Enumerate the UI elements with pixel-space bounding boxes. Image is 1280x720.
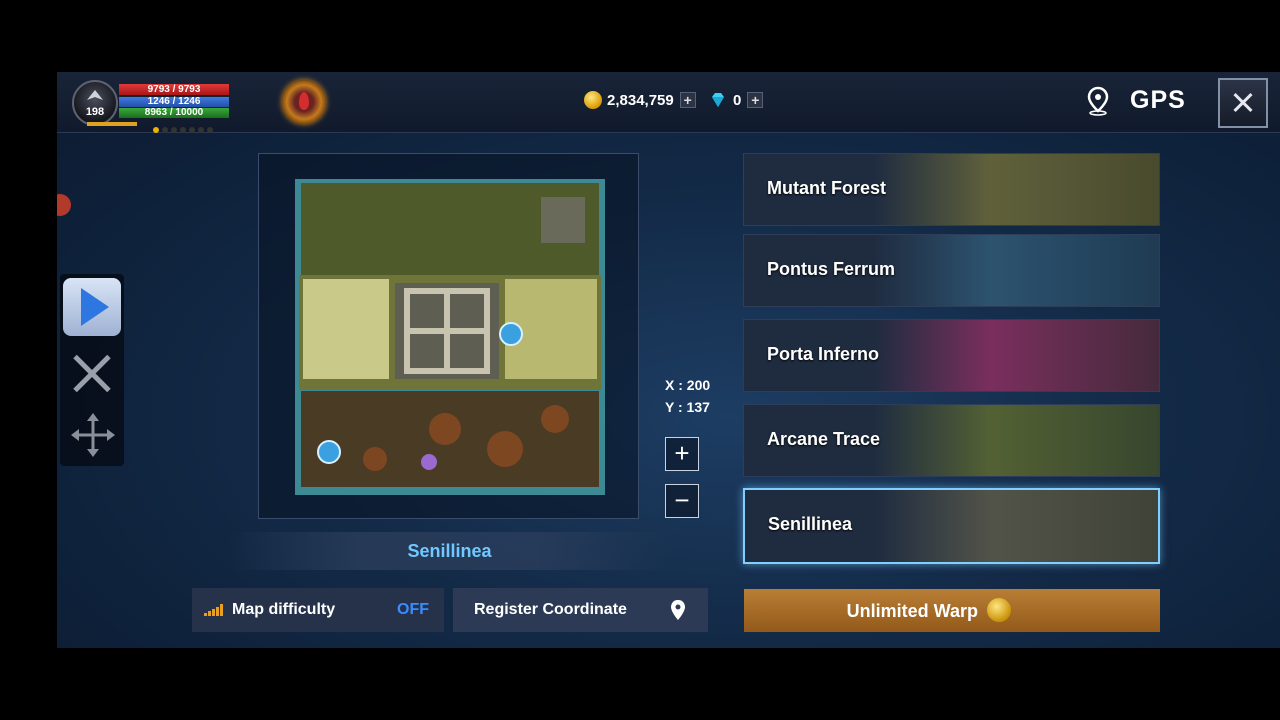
gold-counter: 2,834,759 + <box>584 91 696 109</box>
location-pin-icon <box>671 600 685 620</box>
unlimited-warp-button[interactable]: Unlimited Warp <box>744 589 1160 632</box>
game-screen: 198 9793 / 9793 1246 / 1246 8963 / 10000… <box>57 72 1280 648</box>
map-difficulty-toggle[interactable]: Map difficulty OFF <box>192 588 444 632</box>
region-item-mutant-forest[interactable]: Mutant Forest <box>743 153 1160 226</box>
hp-bar: 9793 / 9793 <box>119 84 229 95</box>
location-pin-icon[interactable] <box>1085 86 1111 116</box>
gps-label[interactable]: GPS <box>1130 86 1186 115</box>
class-emblem-icon <box>87 90 103 100</box>
diamond-icon <box>712 93 724 107</box>
add-gold-button[interactable]: + <box>679 92 696 108</box>
map-difficulty-label: Map difficulty <box>232 601 336 618</box>
coordinate-readout: X : 200 Y : 137 <box>665 374 710 418</box>
charge-dots <box>153 120 216 138</box>
top-bar: 198 9793 / 9793 1246 / 1246 8963 / 10000… <box>57 72 1280 133</box>
region-label: Pontus Ferrum <box>767 259 896 279</box>
player-level: 198 <box>85 106 105 118</box>
exp-strip <box>87 122 137 126</box>
region-thumbnail <box>874 320 1159 391</box>
region-map[interactable] <box>295 179 605 495</box>
stamina-bar: 8963 / 10000 <box>119 108 229 118</box>
map-name: Senillinea <box>407 541 492 561</box>
warp-coin-icon <box>987 598 1011 622</box>
zoom-out-button[interactable]: − <box>665 484 699 518</box>
signal-icon <box>204 604 223 616</box>
buff-icon[interactable] <box>282 80 326 124</box>
gold-coin-icon <box>584 91 602 109</box>
unlimited-warp-label: Unlimited Warp <box>846 601 978 621</box>
map-difficulty-value: OFF <box>397 601 429 618</box>
region-thumbnail <box>874 405 1159 476</box>
zoom-in-button[interactable]: + <box>665 437 699 471</box>
region-item-porta-inferno[interactable]: Porta Inferno <box>743 319 1160 392</box>
close-icon[interactable] <box>68 349 116 397</box>
region-thumbnail <box>874 235 1159 306</box>
gem-amount: 0 <box>733 91 742 109</box>
map-view[interactable] <box>258 153 639 519</box>
move-icon[interactable] <box>70 412 116 458</box>
register-coordinate-label: Register Coordinate <box>474 601 627 618</box>
region-item-pontus-ferrum[interactable]: Pontus Ferrum <box>743 234 1160 307</box>
player-avatar[interactable] <box>72 80 118 126</box>
y-coordinate: Y : 137 <box>665 399 710 415</box>
region-thumbnail <box>874 154 1159 225</box>
close-button[interactable] <box>1218 78 1268 128</box>
gem-counter: 0 + <box>709 91 764 109</box>
red-marker <box>57 194 71 216</box>
region-label: Arcane Trace <box>767 429 881 449</box>
gold-amount: 2,834,759 <box>607 91 674 109</box>
map-name-bar: Senillinea <box>227 532 672 570</box>
register-coordinate-button[interactable]: Register Coordinate <box>453 588 708 632</box>
region-item-senillinea[interactable]: Senillinea <box>743 488 1160 564</box>
add-gem-button[interactable]: + <box>747 92 764 108</box>
x-coordinate: X : 200 <box>665 377 711 393</box>
region-label: Porta Inferno <box>767 344 880 364</box>
region-label: Mutant Forest <box>767 178 886 198</box>
mp-bar: 1246 / 1246 <box>119 97 229 107</box>
region-thumbnail <box>875 490 1158 562</box>
region-item-arcane-trace[interactable]: Arcane Trace <box>743 404 1160 477</box>
floating-toolbar <box>60 274 124 466</box>
region-label: Senillinea <box>768 514 853 534</box>
play-icon[interactable] <box>63 278 121 336</box>
